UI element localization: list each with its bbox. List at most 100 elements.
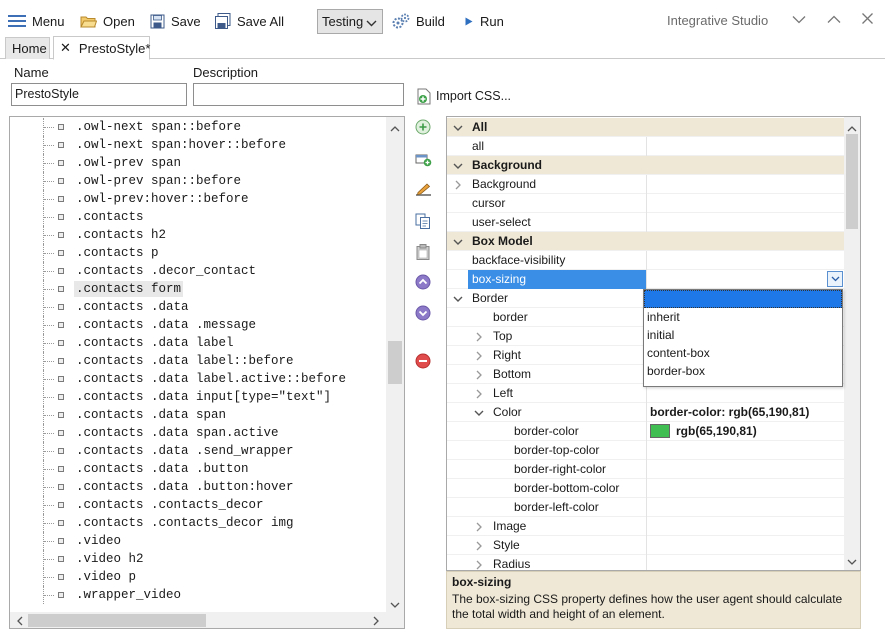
close-window-button[interactable] [857, 10, 877, 30]
property-row[interactable]: backface-visibility [447, 251, 845, 270]
property-row[interactable]: border-left-color [447, 498, 845, 517]
property-value[interactable] [646, 194, 845, 213]
dropdown-option[interactable]: inherit [644, 308, 842, 326]
name-field[interactable]: PrestoStyle [11, 83, 187, 106]
property-row[interactable]: border-top-color [447, 441, 845, 460]
save-button[interactable]: Save [150, 9, 201, 33]
property-value[interactable] [646, 175, 845, 194]
maximize-button[interactable] [824, 10, 844, 30]
description-field[interactable] [193, 83, 404, 106]
tree-item[interactable]: .contacts .data .button:hover [10, 478, 386, 496]
environment-select[interactable]: Testing [317, 9, 383, 34]
tree-item[interactable]: .contacts [10, 208, 386, 226]
chevron-right-icon[interactable] [472, 365, 486, 384]
property-category-row[interactable]: Background [447, 156, 845, 175]
grid-vertical-thumb[interactable] [846, 134, 858, 229]
property-row[interactable]: border-bottom-color [447, 479, 845, 498]
tree-item[interactable]: .video [10, 532, 386, 550]
property-value[interactable] [646, 479, 845, 498]
property-value[interactable] [646, 498, 845, 517]
property-row[interactable]: box-sizing [447, 270, 845, 289]
property-value[interactable] [646, 251, 845, 270]
tree-item[interactable]: .contacts .data label.active::before [10, 370, 386, 388]
chevron-right-icon[interactable] [472, 517, 486, 536]
tree-item[interactable]: .contacts .data .button [10, 460, 386, 478]
tree-item[interactable]: .video p [10, 568, 386, 586]
property-value[interactable] [646, 536, 845, 555]
selector-tree[interactable]: .owl-next span::before .owl-next span:hov… [9, 116, 405, 629]
property-value[interactable] [646, 441, 845, 460]
scroll-up-arrow-icon[interactable] [390, 121, 400, 135]
box-sizing-dropdown-list[interactable]: inherit initial content-box border-box [643, 289, 843, 387]
property-value[interactable] [646, 213, 845, 232]
add-child-selector-button[interactable] [413, 151, 433, 171]
tree-item[interactable]: .contacts p [10, 244, 386, 262]
close-tab-icon[interactable]: ✕ [60, 40, 71, 56]
tab-home[interactable]: Home [5, 37, 50, 59]
property-row[interactable]: Color border-color: rgb(65,190,81) [447, 403, 845, 422]
scroll-down-arrow-icon[interactable] [847, 555, 857, 569]
chevron-right-icon[interactable] [472, 327, 486, 346]
property-row[interactable]: border-right-color [447, 460, 845, 479]
property-row[interactable]: Style [447, 536, 845, 555]
property-value[interactable] [646, 270, 845, 289]
tree-item[interactable]: .contacts .data span [10, 406, 386, 424]
tree-item[interactable]: .contacts .data span.active [10, 424, 386, 442]
chevron-right-icon[interactable] [451, 175, 465, 194]
chevron-down-icon[interactable] [451, 232, 465, 251]
tree-item[interactable]: .contacts .data input[type="text"] [10, 388, 386, 406]
import-css-button[interactable]: Import CSS... [417, 84, 511, 108]
open-button[interactable]: Open [80, 9, 135, 33]
add-selector-button[interactable] [413, 118, 433, 138]
minimize-button[interactable] [789, 10, 809, 30]
tree-item[interactable]: .contacts h2 [10, 226, 386, 244]
chevron-right-icon[interactable] [472, 555, 486, 570]
tree-item[interactable]: .owl-prev span [10, 154, 386, 172]
property-value[interactable] [646, 137, 845, 156]
copy-selector-button[interactable] [413, 212, 433, 232]
property-category-row[interactable]: Box Model [447, 232, 845, 251]
scroll-left-arrow-icon[interactable] [16, 615, 23, 628]
delete-selector-button[interactable] [413, 352, 433, 372]
tree-item[interactable]: .contacts .data label::before [10, 352, 386, 370]
property-value[interactable] [646, 517, 845, 536]
chevron-right-icon[interactable] [472, 346, 486, 365]
tree-item[interactable]: .owl-prev span::before [10, 172, 386, 190]
tree-item[interactable]: .contacts .decor_contact [10, 262, 386, 280]
chevron-right-icon[interactable] [472, 536, 486, 555]
chevron-down-icon[interactable] [451, 118, 465, 137]
property-value[interactable] [646, 555, 845, 570]
move-up-button[interactable] [413, 273, 433, 293]
tree-vertical-scrollbar[interactable] [386, 117, 404, 612]
dropdown-option[interactable] [644, 290, 842, 308]
tree-item[interactable]: .contacts .data .message [10, 316, 386, 334]
menu-button[interactable]: Menu [8, 9, 65, 33]
scroll-right-arrow-icon[interactable] [373, 615, 380, 628]
scroll-up-arrow-icon[interactable] [847, 121, 857, 135]
build-button[interactable]: Build [392, 9, 445, 33]
property-value[interactable]: border-color: rgb(65,190,81) [646, 403, 845, 422]
property-row[interactable]: user-select [447, 213, 845, 232]
tree-item[interactable]: .owl-prev:hover::before [10, 190, 386, 208]
move-down-button[interactable] [413, 304, 433, 324]
tree-item[interactable]: .owl-next span:hover::before [10, 136, 386, 154]
color-swatch[interactable] [650, 423, 670, 438]
tree-item[interactable]: .video h2 [10, 550, 386, 568]
property-row[interactable]: all [447, 137, 845, 156]
property-value[interactable] [646, 460, 845, 479]
property-row[interactable]: Image [447, 517, 845, 536]
tree-item[interactable]: .contacts form [10, 280, 386, 298]
property-row[interactable]: Radius [447, 555, 845, 570]
rename-selector-button[interactable] [413, 181, 433, 201]
dropdown-option[interactable]: border-box [644, 362, 842, 380]
property-category-row[interactable]: All [447, 118, 845, 137]
dropdown-button[interactable] [827, 271, 843, 287]
paste-selector-button[interactable] [413, 243, 433, 263]
property-row[interactable]: border-color rgb(65,190,81) [447, 422, 845, 441]
run-button[interactable]: Run [464, 9, 504, 33]
save-all-button[interactable]: Save All [215, 9, 284, 33]
tree-item[interactable]: .contacts .contacts_decor [10, 496, 386, 514]
property-value[interactable]: rgb(65,190,81) [646, 422, 845, 441]
chevron-down-icon[interactable] [451, 289, 465, 308]
tree-item[interactable]: .owl-next span::before [10, 118, 386, 136]
